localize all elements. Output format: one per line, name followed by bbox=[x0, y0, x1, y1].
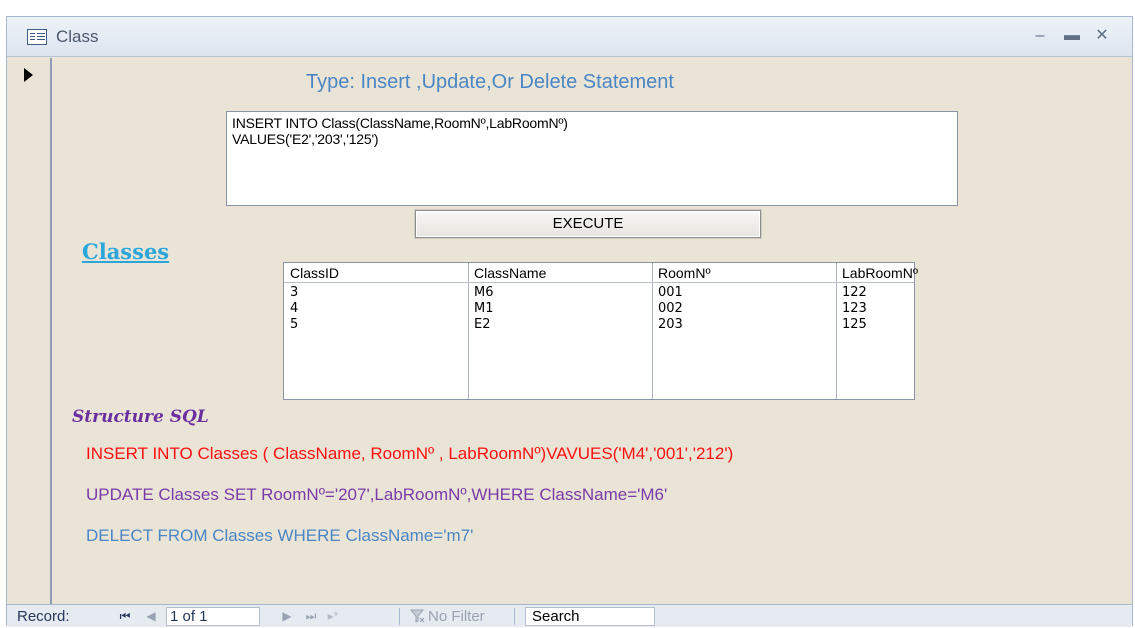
title-bar[interactable]: Class – ▬ ✕ bbox=[7, 17, 1132, 57]
list-row[interactable]: 4 M1 002 123 bbox=[284, 301, 914, 317]
access-form-window: Class – ▬ ✕ Type: Insert ,Update,Or Dele… bbox=[6, 16, 1134, 627]
classes-list-box[interactable]: ClassID ClassName RoomNº LabRoomNº 3 M6 … bbox=[283, 262, 918, 400]
cell-labroomno: 123 bbox=[842, 301, 867, 316]
last-record-icon[interactable]: ⏭ bbox=[303, 607, 319, 625]
cell-classid: 3 bbox=[290, 285, 299, 300]
list-row[interactable]: 5 E2 203 125 bbox=[284, 317, 914, 333]
cell-roomno: 203 bbox=[658, 317, 683, 332]
first-record-icon[interactable]: ⏮ bbox=[117, 607, 133, 625]
form-body: Type: Insert ,Update,Or Delete Statement… bbox=[52, 58, 1134, 604]
record-selector-bar[interactable] bbox=[7, 58, 52, 604]
form-icon bbox=[27, 29, 47, 45]
next-record-icon[interactable]: ▶ bbox=[279, 607, 295, 625]
cell-classname: M6 bbox=[474, 285, 494, 300]
window-title: Class bbox=[56, 27, 99, 46]
cell-classid: 4 bbox=[290, 301, 299, 316]
list-header: ClassID ClassName RoomNº LabRoomNº bbox=[284, 263, 918, 283]
delete-statement-example: DELECT FROM Classes WHERE ClassName='m7' bbox=[86, 526, 474, 545]
structure-sql-label: Structure SQL bbox=[72, 407, 209, 427]
column-header-classid: ClassID bbox=[290, 265, 340, 281]
classes-link[interactable]: Classes bbox=[82, 239, 169, 264]
cell-classname: E2 bbox=[474, 317, 491, 332]
record-label: Record: bbox=[17, 608, 70, 625]
sql-line: INSERT INTO Class(ClassName,RoomNº,LabRo… bbox=[232, 115, 568, 131]
maximize-button[interactable]: ▬ bbox=[1063, 27, 1081, 45]
filter-icon bbox=[410, 609, 425, 623]
cell-labroomno: 125 bbox=[842, 317, 867, 332]
current-record-arrow-icon bbox=[24, 68, 33, 82]
sql-line: VALUES('E2','203','125') bbox=[232, 131, 379, 147]
no-filter-button[interactable]: No Filter bbox=[428, 608, 485, 625]
new-record-icon[interactable]: ▸* bbox=[325, 607, 341, 625]
execute-button[interactable]: EXECUTE bbox=[415, 210, 761, 238]
update-statement-example: UPDATE Classes SET RoomNº='207',LabRoomN… bbox=[86, 485, 668, 504]
insert-statement-example: INSERT INTO Classes ( ClassName, RoomNº … bbox=[86, 444, 734, 463]
list-row[interactable]: 3 M6 001 122 bbox=[284, 285, 914, 301]
cell-roomno: 002 bbox=[658, 301, 683, 316]
list-rows: 3 M6 001 122 4 M1 002 123 5 E2 203 125 bbox=[284, 285, 914, 333]
current-record-input[interactable]: 1 of 1 bbox=[166, 607, 260, 626]
minimize-button[interactable]: – bbox=[1031, 27, 1049, 45]
cell-roomno: 001 bbox=[658, 285, 683, 300]
search-input[interactable]: Search bbox=[525, 607, 655, 626]
previous-record-icon[interactable]: ◀ bbox=[143, 607, 159, 625]
nav-separator bbox=[399, 608, 400, 625]
column-header-roomno: RoomNº bbox=[658, 265, 711, 281]
record-navigation-bar: Record: ⏮ ◀ 1 of 1 ▶ ⏭ ▸* No Filter Sear… bbox=[7, 604, 1132, 627]
column-header-classname: ClassName bbox=[474, 265, 547, 281]
cell-classname: M1 bbox=[474, 301, 494, 316]
statement-type-heading: Type: Insert ,Update,Or Delete Statement bbox=[306, 71, 674, 93]
column-header-labroomno: LabRoomNº bbox=[842, 265, 918, 281]
sql-statement-textbox[interactable]: INSERT INTO Class(ClassName,RoomNº,LabRo… bbox=[226, 111, 958, 206]
cell-labroomno: 122 bbox=[842, 285, 867, 300]
close-button[interactable]: ✕ bbox=[1093, 27, 1111, 45]
cell-classid: 5 bbox=[290, 317, 299, 332]
nav-separator bbox=[514, 608, 515, 625]
